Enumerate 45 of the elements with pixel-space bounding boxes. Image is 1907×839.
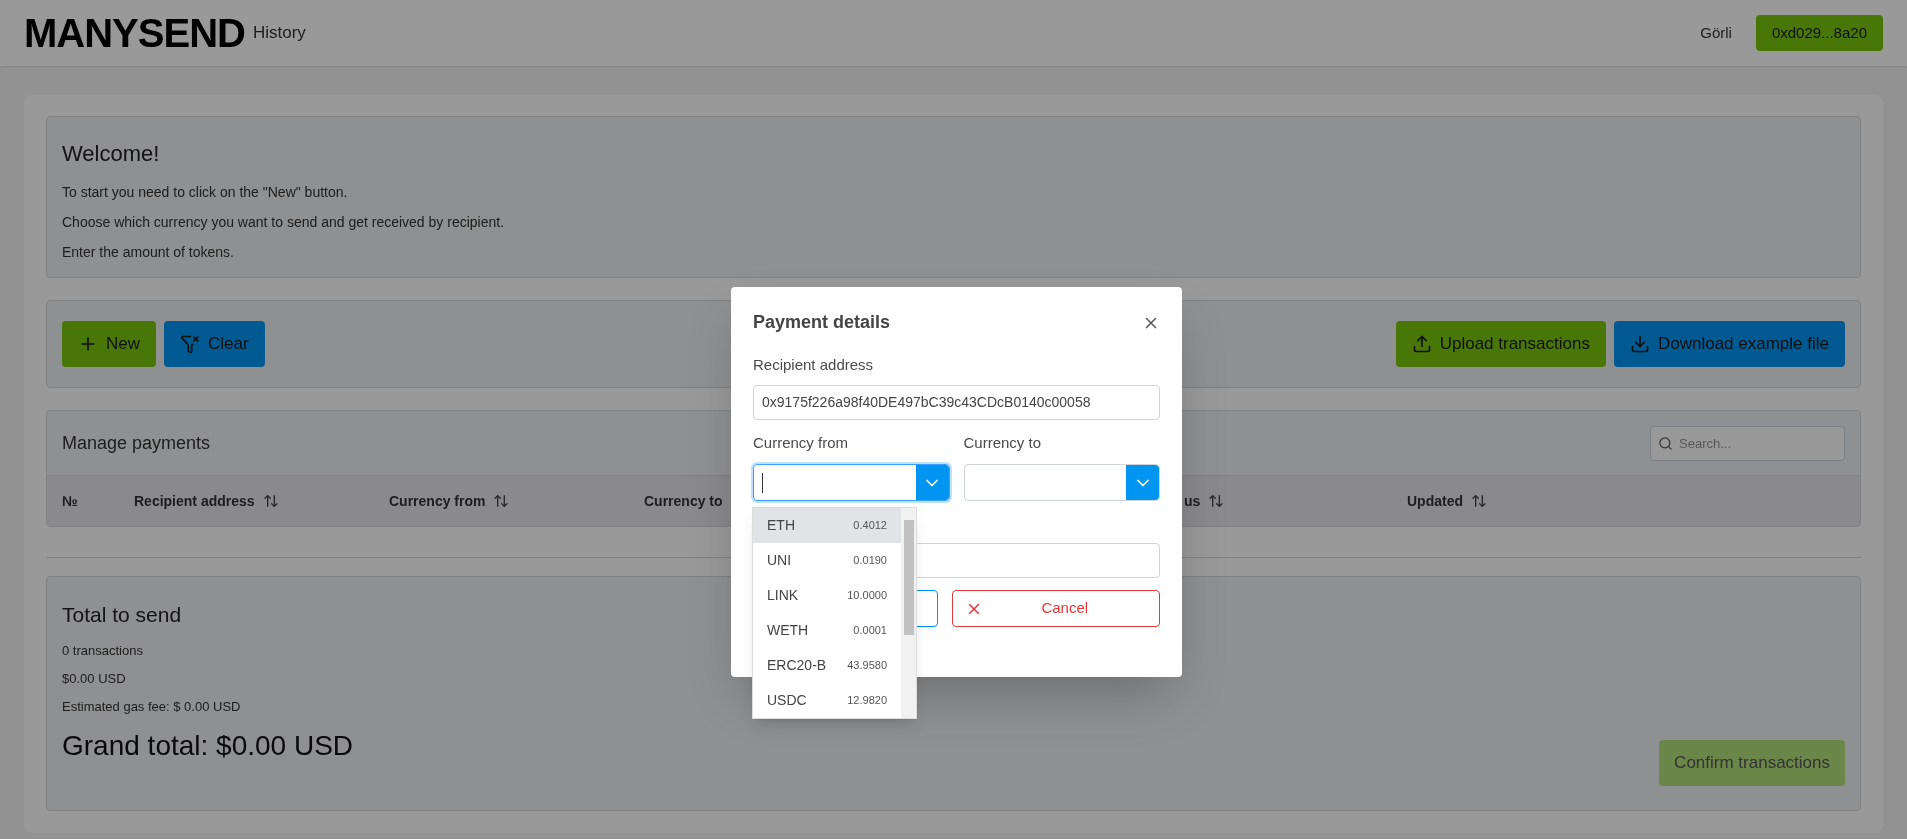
wallet-button[interactable]: 0xd029...8a20	[1755, 15, 1883, 51]
scrollbar[interactable]	[901, 508, 916, 718]
dialog-title: Payment details	[753, 311, 891, 334]
currency-option[interactable]: ETH 0.4012	[753, 508, 901, 543]
cancel-button[interactable]: Cancel	[951, 590, 1160, 627]
history-link[interactable]: History	[252, 20, 306, 46]
welcome-title: Welcome!	[62, 140, 161, 168]
upload-button[interactable]: Upload transactions	[1395, 321, 1606, 367]
column-header[interactable]: Updated	[1407, 490, 1487, 512]
add-button[interactable]: New	[62, 321, 156, 367]
currency-option[interactable]: USDC 12.9820	[753, 683, 901, 718]
instruction-text: Choose which currency you want to send and get received by recipient.	[62, 213, 506, 232]
panel-title: Manage payments	[62, 431, 211, 455]
column-header[interactable]: №	[62, 490, 78, 512]
network-label: Görli	[1700, 22, 1732, 43]
search-field[interactable]: Search...	[1650, 425, 1845, 461]
sort-icon[interactable]	[493, 493, 510, 509]
column-header[interactable]: Currency from	[389, 490, 510, 512]
clear-button[interactable]: Clear	[164, 321, 265, 367]
sort-icon[interactable]	[1208, 493, 1225, 509]
column-header[interactable]: Currency to	[644, 490, 723, 512]
instruction-text: To start you need to click on the "New" button.	[62, 183, 349, 202]
field-label: Currency to	[963, 432, 1043, 453]
logo: MANYSEND	[24, 13, 245, 53]
download-icon	[1629, 334, 1650, 354]
field-label: Recipient address	[753, 355, 875, 375]
download-button[interactable]: Download example file	[1613, 321, 1845, 367]
search-icon	[1658, 435, 1673, 451]
recipient-input[interactable]: 0x9175f226a98f40DE497bC39c43CDcB0140c00058	[753, 384, 1160, 420]
sort-icon[interactable]	[262, 493, 279, 509]
column-header[interactable]: us	[1184, 490, 1225, 512]
text-cursor-icon	[762, 472, 763, 493]
grand-total: Grand total: $0.00 USD	[62, 728, 354, 763]
currency-select[interactable]	[753, 464, 950, 501]
currency-select[interactable]	[963, 464, 1160, 501]
summary-text: 0 transactions	[62, 641, 144, 660]
upload-icon	[1411, 334, 1432, 354]
summary-text: Estimated gas fee: $ 0.00 USD	[62, 697, 242, 716]
column-header[interactable]: Recipient address	[134, 490, 279, 512]
summary-text: $0.00 USD	[62, 669, 127, 688]
field-label: Currency from	[753, 432, 850, 453]
totals-title: Total to send	[62, 602, 183, 628]
sort-icon[interactable]	[1471, 493, 1487, 509]
instruction-text: Enter the amount of tokens.	[62, 243, 235, 262]
funnel-x-icon	[180, 334, 200, 354]
